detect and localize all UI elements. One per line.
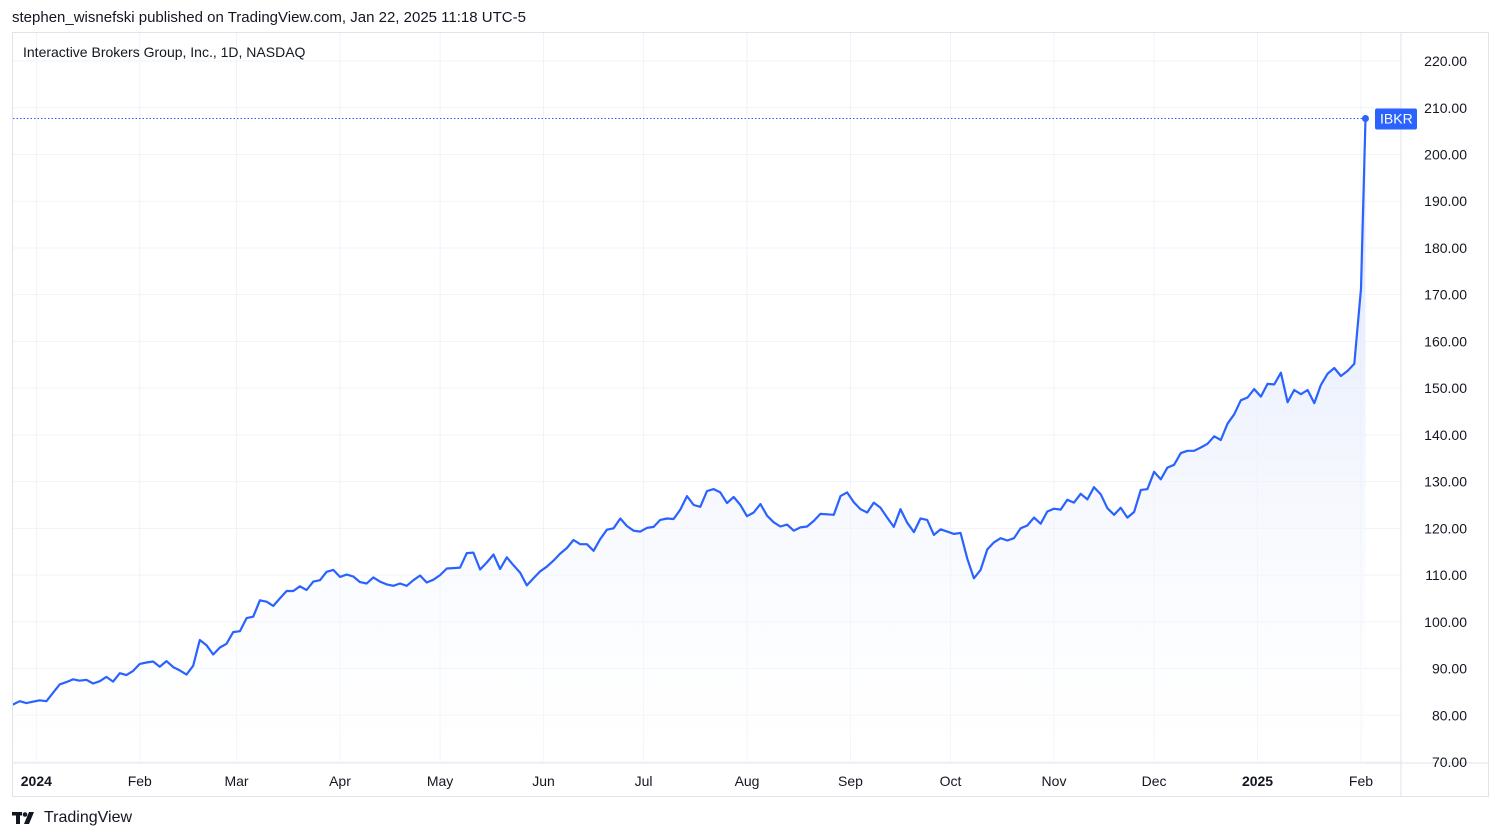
price-chart[interactable]: 220.00 210.00 200.00 190.00 180.00 170.00 160.… — [13, 33, 1488, 796]
y-tick-label: 180.00 — [1424, 240, 1467, 256]
x-tick-label: Jun — [532, 773, 555, 789]
area-fill — [13, 118, 1366, 763]
y-axis: 220.00 210.00 200.00 190.00 180.00 170.00 160.… — [1424, 53, 1467, 770]
y-tick-label: 100.00 — [1424, 614, 1467, 630]
y-tick-label: 150.00 — [1424, 380, 1467, 396]
tradingview-logo-icon — [12, 812, 34, 824]
y-tick-label: 70.00 — [1432, 754, 1467, 770]
publish-info: stephen_wisnefski published on TradingVi… — [12, 9, 526, 26]
x-tick-label: Dec — [1142, 773, 1167, 789]
x-tick-label: Nov — [1042, 773, 1067, 789]
y-tick-label: 80.00 — [1432, 707, 1467, 723]
y-tick-label: 220.00 — [1424, 53, 1467, 69]
y-tick-label: 110.00 — [1425, 567, 1467, 583]
brand-name: TradingView — [44, 809, 133, 826]
y-tick-label: 190.00 — [1424, 193, 1467, 209]
y-tick-label: 160.00 — [1424, 333, 1467, 349]
x-tick-label: Jul — [635, 773, 653, 789]
x-tick-label: Aug — [735, 773, 760, 789]
y-tick-label: 130.00 — [1424, 474, 1467, 490]
x-tick-label: 2024 — [21, 773, 52, 789]
y-tick-label: 120.00 — [1424, 520, 1467, 536]
last-price-marker: IBKR — [13, 108, 1417, 130]
x-axis: 2024 Feb Mar Apr May Jun Jul Aug Sep Oct Nov Dec 202… — [21, 773, 1373, 789]
x-tick-label: Apr — [329, 773, 351, 789]
y-tick-label: 140.00 — [1424, 427, 1467, 443]
y-tick-label: 200.00 — [1424, 146, 1467, 162]
last-price-dot — [1361, 115, 1369, 122]
x-tick-label: 2025 — [1242, 773, 1273, 789]
y-tick-label: 90.00 — [1432, 661, 1467, 677]
x-tick-label: Feb — [128, 773, 152, 789]
x-tick-label: Mar — [224, 773, 248, 789]
symbol-label: IBKR — [1380, 111, 1413, 127]
footer-brand[interactable]: TradingView — [12, 806, 132, 830]
x-tick-label: Oct — [940, 773, 962, 789]
x-tick-label: Sep — [838, 773, 863, 789]
chart-frame[interactable]: 220.00 210.00 200.00 190.00 180.00 170.00 160.… — [12, 32, 1489, 797]
x-tick-label: Feb — [1349, 773, 1373, 789]
y-tick-label: 210.00 — [1424, 100, 1467, 116]
chart-title: Interactive Brokers Group, Inc., 1D, NAS… — [23, 44, 306, 60]
x-tick-label: May — [427, 773, 453, 789]
area-fill-path — [13, 118, 1366, 763]
y-tick-label: 170.00 — [1424, 287, 1467, 303]
